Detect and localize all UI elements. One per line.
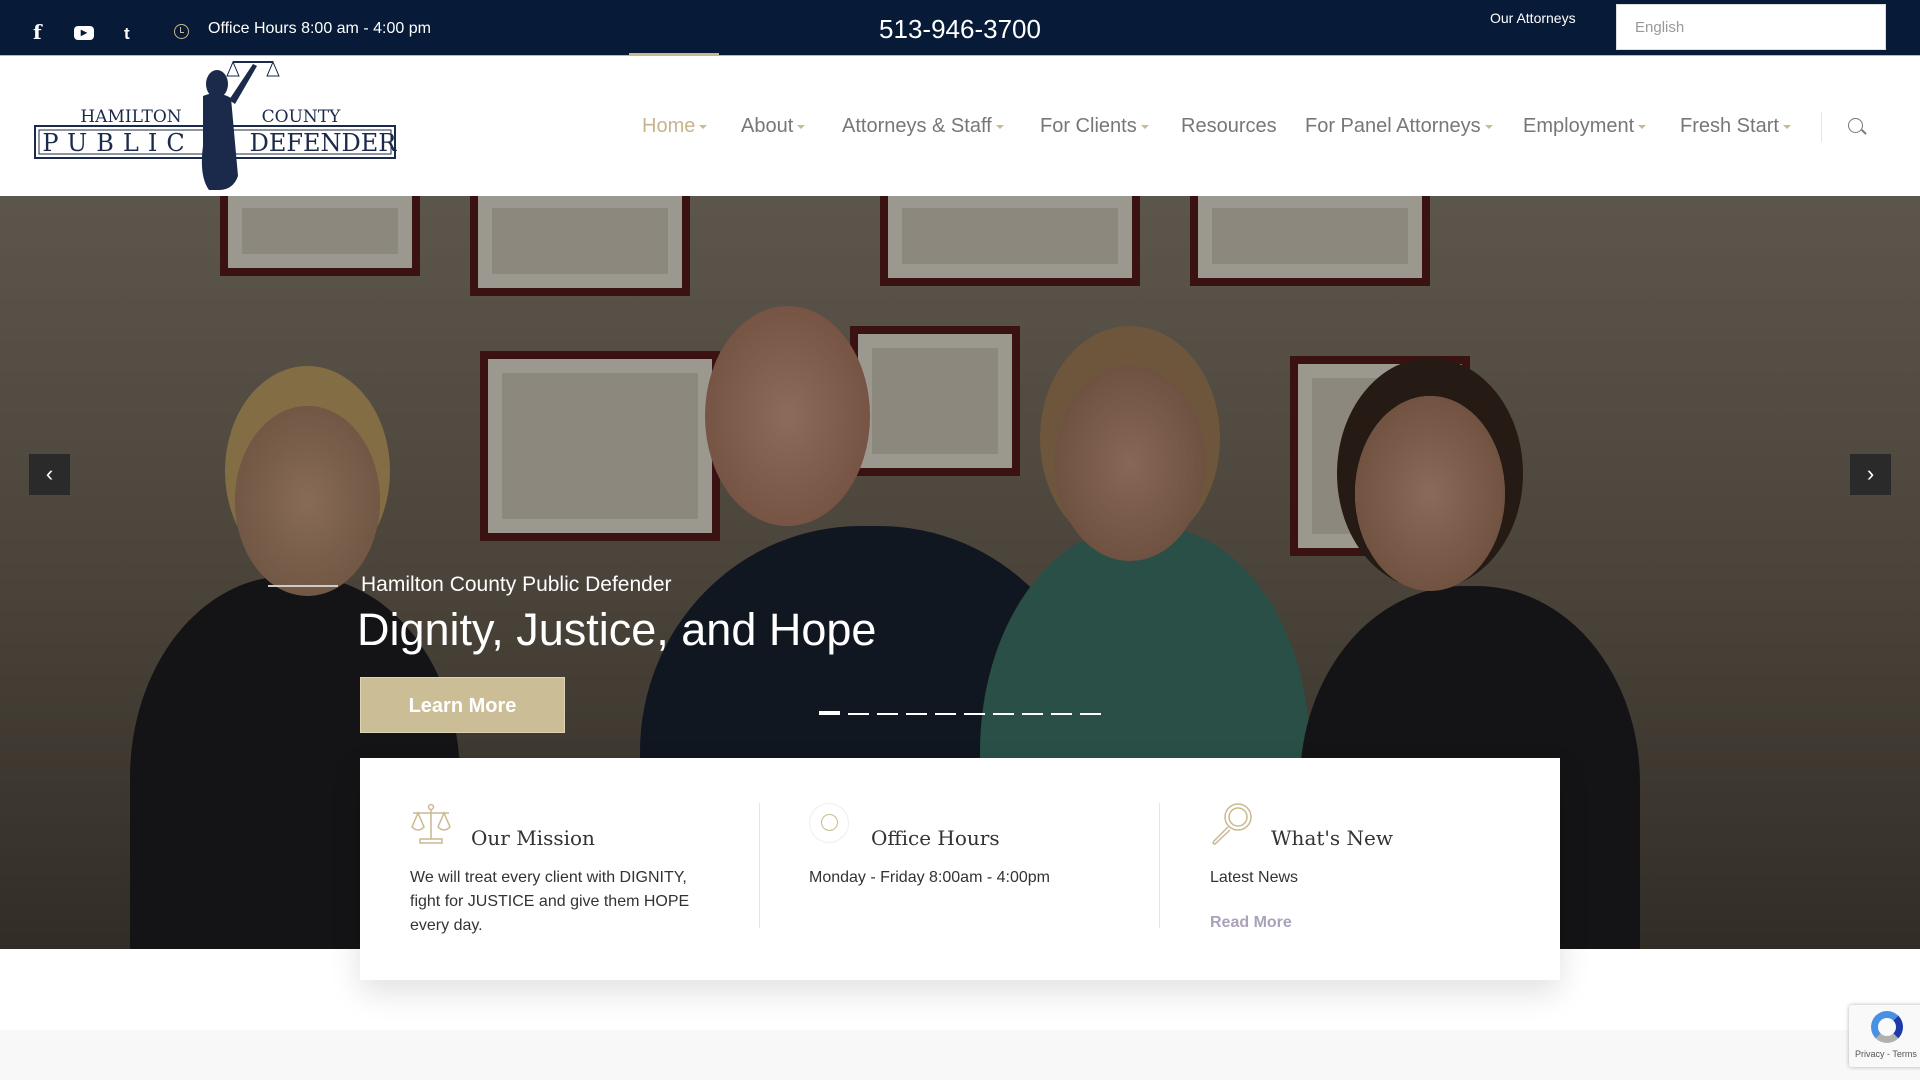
slide-dot-2[interactable] [848, 713, 869, 715]
logo-text-hamilton: HAMILTON [80, 107, 181, 127]
slide-dot-5[interactable] [935, 713, 956, 715]
chevron-down-icon [1484, 124, 1493, 129]
slide-dot-6[interactable] [964, 713, 985, 715]
slide-dot-10[interactable] [1080, 713, 1101, 715]
slide-dot-8[interactable] [1022, 713, 1043, 715]
slide-dot-1[interactable] [819, 711, 840, 715]
recaptcha-icon [1871, 1011, 1903, 1043]
logo[interactable]: HAMILTON COUNTY PUBLIC DEFENDER [33, 56, 397, 192]
latest-news-text: Latest News [1210, 869, 1299, 886]
read-more-link[interactable]: Read More [1210, 914, 1292, 932]
top-bar: f ▶ t Office Hours 8:00 am - 4:00 pm 513… [0, 0, 1920, 56]
page-footer-band [0, 1030, 1920, 1080]
nav-attorneys-staff[interactable]: Attorneys & Staff [842, 115, 1004, 138]
chevron-down-icon [797, 124, 806, 129]
active-nav-indicator [629, 53, 719, 56]
chevron-down-icon [1140, 124, 1149, 129]
logo-text-county: COUNTY [262, 107, 341, 127]
mission-text: We will treat every client with DIGNITY,… [410, 869, 690, 934]
language-select[interactable]: English [1616, 4, 1886, 50]
recaptcha-links[interactable]: Privacy - Terms [1855, 1049, 1917, 1059]
slide-dot-4[interactable] [906, 713, 927, 715]
nav-fresh-start[interactable]: Fresh Start [1680, 115, 1791, 138]
nav-employment[interactable]: Employment [1523, 115, 1647, 138]
slide-dot-3[interactable] [877, 713, 898, 715]
logo-text-public: PUBLIC [42, 129, 193, 157]
nav-for-panel-attorneys[interactable]: For Panel Attorneys [1305, 115, 1493, 138]
office-hours-card-text: Monday - Friday 8:00am - 4:00pm [809, 869, 1050, 886]
search-icon[interactable] [1848, 118, 1863, 133]
whats-new-title: What's New [1271, 826, 1393, 850]
scales-icon [411, 803, 451, 844]
column-divider [759, 803, 760, 928]
prev-slide-button[interactable]: ‹ [29, 454, 70, 495]
chevron-down-icon [699, 124, 708, 129]
slide-pagination [819, 711, 1101, 715]
hero-title: Dignity, Justice, and Hope [357, 604, 877, 655]
column-divider [1159, 803, 1160, 928]
chevron-down-icon [1782, 124, 1791, 129]
mission-title: Our Mission [471, 826, 595, 850]
learn-more-button[interactable]: Learn More [360, 677, 565, 733]
hero-subtitle: Hamilton County Public Defender [361, 573, 672, 596]
our-attorneys-link[interactable]: Our Attorneys [1490, 10, 1576, 26]
magnifier-icon [1212, 803, 1252, 845]
nav-about[interactable]: About [741, 115, 806, 138]
nav-for-clients[interactable]: For Clients [1040, 115, 1149, 138]
slide-dot-7[interactable] [993, 713, 1014, 715]
nav-resources[interactable]: Resources [1181, 115, 1277, 138]
info-card: Our Mission We will treat every client w… [360, 758, 1560, 980]
subtitle-line [268, 585, 338, 587]
nav-divider [1821, 112, 1822, 142]
chevron-down-icon [1638, 124, 1647, 129]
recaptcha-badge[interactable]: Privacy - Terms [1849, 1005, 1920, 1067]
nav-home[interactable]: Home [642, 115, 708, 138]
clock-icon [809, 803, 849, 843]
phone-link[interactable]: 513-946-3700 [879, 14, 1041, 45]
logo-text-defender: DEFENDER [250, 129, 397, 157]
office-hours-title: Office Hours [871, 826, 1000, 850]
next-slide-button[interactable]: › [1850, 454, 1891, 495]
slide-dot-9[interactable] [1051, 713, 1072, 715]
chevron-down-icon [995, 124, 1004, 129]
